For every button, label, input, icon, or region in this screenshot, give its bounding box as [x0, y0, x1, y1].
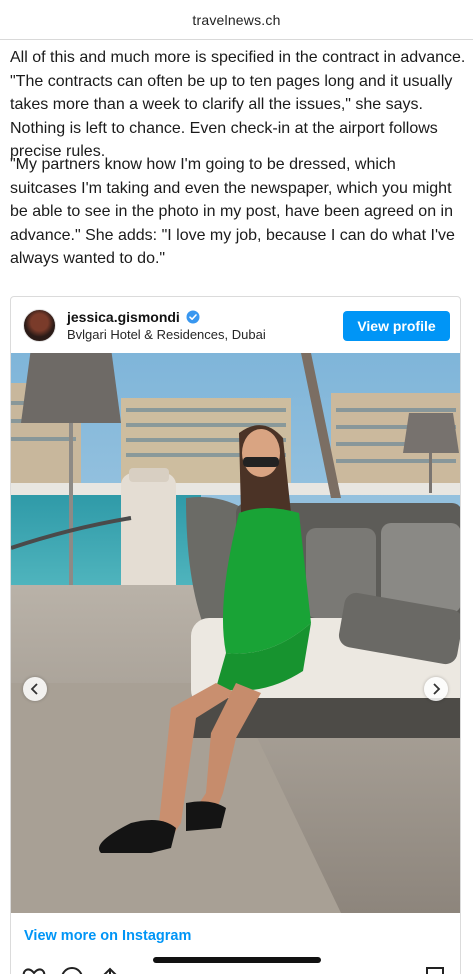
home-indicator[interactable] — [153, 957, 321, 963]
view-profile-button[interactable]: View profile — [343, 311, 450, 341]
site-domain[interactable]: travelnews.ch — [0, 12, 473, 28]
verified-badge-icon — [186, 310, 200, 324]
view-more-link[interactable]: View more on Instagram — [24, 928, 191, 944]
article-paragraph: All of this and much more is specified i… — [10, 49, 466, 160]
post-photo[interactable] — [11, 353, 460, 913]
embed-header: jessica.gismondi Bvlgari Hotel & Residen… — [11, 297, 460, 353]
share-icon[interactable] — [97, 965, 123, 974]
chevron-left-icon — [30, 683, 38, 695]
username[interactable]: jessica.gismondi — [67, 309, 180, 325]
post-location[interactable]: Bvlgari Hotel & Residences, Dubai — [67, 327, 266, 342]
heart-icon[interactable] — [21, 965, 47, 974]
chevron-right-icon — [433, 683, 441, 695]
carousel-next-button[interactable] — [424, 677, 448, 701]
bookmark-icon[interactable] — [423, 965, 447, 974]
avatar[interactable] — [23, 309, 56, 342]
post-actions — [11, 965, 460, 974]
comment-icon[interactable] — [59, 965, 85, 974]
carousel-prev-button[interactable] — [23, 677, 47, 701]
article-paragraph: "My partners know how I'm going to be dr… — [10, 156, 455, 267]
browser-address-bar[interactable]: travelnews.ch — [0, 0, 473, 40]
instagram-embed: jessica.gismondi Bvlgari Hotel & Residen… — [10, 296, 461, 974]
